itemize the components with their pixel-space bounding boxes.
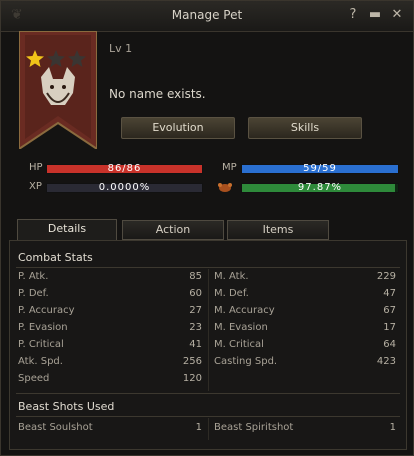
xp-value: 0.0000% — [98, 182, 151, 193]
divider — [16, 416, 400, 417]
help-icon[interactable]: ? — [345, 7, 361, 23]
right-stat-value: 17 — [383, 322, 396, 333]
hp-label: HP — [29, 162, 43, 173]
column-divider — [208, 418, 209, 440]
right-stat-label: M. Critical — [214, 339, 264, 350]
pet-name: No name exists. — [109, 87, 206, 101]
combat-stats-heading: Combat Stats — [18, 251, 93, 264]
title-bar[interactable]: ❦ Manage Pet ? ▬ ✕ — [1, 1, 413, 32]
left-stat-label: P. Atk. — [18, 271, 49, 282]
star-icon — [68, 50, 86, 67]
minimize-icon[interactable]: ▬ — [367, 7, 383, 23]
left-stat-label: P. Evasion — [18, 322, 68, 333]
column-divider — [208, 269, 209, 391]
mp-label: MP — [222, 162, 237, 173]
right-stat-label: M. Def. — [214, 288, 249, 299]
tab-details[interactable]: Details — [17, 219, 117, 241]
xp-bar: 0.0000% — [46, 182, 203, 193]
hp-value: 86/86 — [107, 163, 142, 174]
left-stat-label: P. Def. — [18, 288, 49, 299]
divider — [16, 393, 400, 394]
left-stat-value: 120 — [182, 373, 202, 384]
hp-bar: 86/86 — [46, 163, 203, 174]
beast-spiritshot-value: 1 — [389, 422, 396, 433]
beast-soulshot-value: 1 — [195, 422, 202, 433]
right-stat-value: 229 — [376, 271, 396, 282]
food-bar: 97.87% — [241, 182, 399, 193]
pet-level: Lv 1 — [109, 42, 133, 55]
left-stat-value: 256 — [182, 356, 202, 367]
left-stat-label: Speed — [18, 373, 50, 384]
left-stat-value: 23 — [189, 322, 202, 333]
left-stat-value: 27 — [189, 305, 202, 316]
beast-spiritshot-label: Beast Spiritshot — [214, 422, 294, 433]
right-stat-value: 47 — [383, 288, 396, 299]
skills-button[interactable]: Skills — [248, 117, 362, 139]
right-stat-value: 64 — [383, 339, 396, 350]
food-icon — [218, 183, 232, 192]
mp-bar: 59/59 — [241, 163, 399, 174]
star-icon — [47, 50, 65, 67]
left-stat-value: 41 — [189, 339, 202, 350]
left-stat-value: 60 — [189, 288, 202, 299]
left-stat-label: Atk. Spd. — [18, 356, 63, 367]
right-stat-label: Casting Spd. — [214, 356, 278, 367]
left-stat-label: P. Accuracy — [18, 305, 75, 316]
food-value: 97.87% — [297, 182, 343, 193]
left-stat-value: 85 — [189, 271, 202, 282]
right-stat-label: M. Accuracy — [214, 305, 275, 316]
star-icon — [26, 50, 44, 67]
right-stat-label: M. Atk. — [214, 271, 249, 282]
left-stat-label: P. Critical — [18, 339, 64, 350]
right-stat-label: M. Evasion — [214, 322, 268, 333]
close-icon[interactable]: ✕ — [389, 7, 405, 23]
right-stat-value: 67 — [383, 305, 396, 316]
beast-shots-heading: Beast Shots Used — [18, 400, 115, 413]
right-stat-value: 423 — [376, 356, 396, 367]
divider — [16, 267, 400, 268]
beast-soulshot-label: Beast Soulshot — [18, 422, 93, 433]
manage-pet-window: ❦ Manage Pet ? ▬ ✕ Lv 1 No name exists. … — [0, 0, 414, 456]
tab-items[interactable]: Items — [227, 220, 329, 240]
details-panel: Combat Stats P. Atk. 85 P. Def. 60 P. Accura… — [9, 240, 407, 450]
star-rating — [26, 50, 86, 67]
tab-action[interactable]: Action — [122, 220, 224, 240]
xp-label: XP — [29, 181, 42, 192]
evolution-button[interactable]: Evolution — [121, 117, 235, 139]
mp-value: 59/59 — [303, 163, 337, 174]
